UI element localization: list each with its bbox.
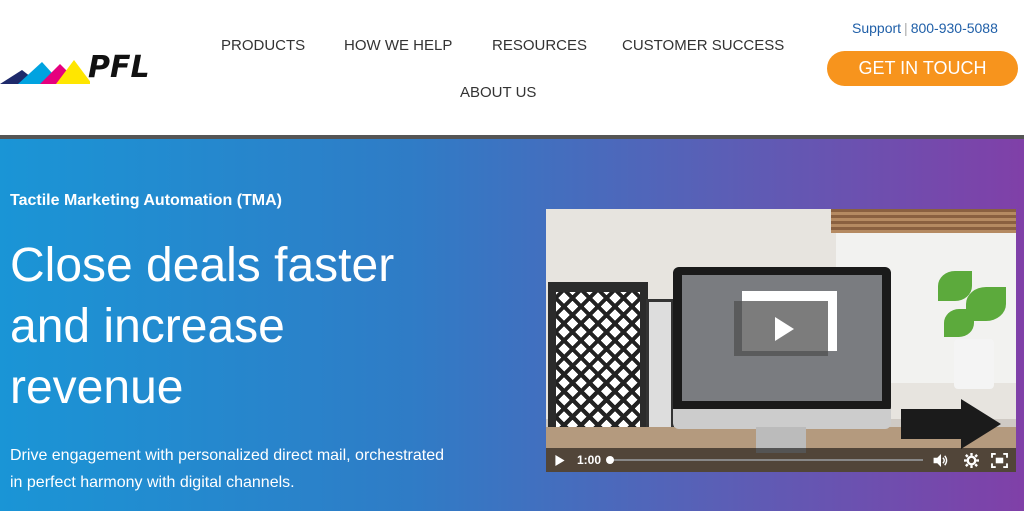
plant-leaf bbox=[944, 309, 974, 337]
subtext-line: in perfect harmony with digital channels… bbox=[10, 474, 295, 491]
subtext-line: Drive engagement with personalized direc… bbox=[10, 447, 444, 464]
volume-icon[interactable] bbox=[933, 454, 949, 467]
hero-headline: Close deals faster and increase revenue bbox=[10, 235, 530, 418]
video-progress-bar[interactable] bbox=[606, 456, 923, 464]
video-thumbnail-blinds bbox=[831, 209, 1016, 233]
nav-about-us[interactable]: ABOUT US bbox=[460, 84, 536, 101]
headline-line: revenue bbox=[10, 361, 184, 414]
play-icon[interactable] bbox=[554, 455, 566, 466]
nav-customer-success[interactable]: CUSTOMER SUCCESS bbox=[622, 37, 784, 54]
nav-products[interactable]: PRODUCTS bbox=[221, 37, 305, 54]
video-thumbnail-frame-2 bbox=[646, 299, 674, 439]
video-thumbnail-art-frame bbox=[548, 282, 648, 442]
fullscreen-icon[interactable] bbox=[991, 453, 1008, 468]
nav-resources[interactable]: RESOURCES bbox=[492, 37, 587, 54]
utility-links: Support | 800-930-5088 bbox=[852, 20, 998, 36]
video-play-button[interactable] bbox=[734, 301, 828, 356]
headline-line: and increase bbox=[10, 300, 285, 353]
video-player[interactable]: 1:00 bbox=[546, 209, 1016, 472]
progress-scrubber[interactable] bbox=[606, 456, 614, 464]
play-icon bbox=[775, 317, 794, 341]
art-pattern bbox=[556, 292, 640, 437]
logo-mountains-icon bbox=[0, 60, 90, 84]
pfl-logo[interactable]: PFL bbox=[0, 50, 170, 90]
hero-subtext: Drive engagement with personalized direc… bbox=[10, 442, 490, 496]
hero-eyebrow: Tactile Marketing Automation (TMA) bbox=[10, 192, 282, 209]
phone-link[interactable]: 800-930-5088 bbox=[911, 20, 998, 36]
util-separator: | bbox=[904, 20, 908, 36]
video-controls: 1:00 bbox=[546, 448, 1016, 472]
settings-icon[interactable] bbox=[964, 453, 979, 468]
nav-how-we-help[interactable]: HOW WE HELP bbox=[344, 37, 452, 54]
logo-text: PFL bbox=[88, 50, 150, 85]
video-time: 1:00 bbox=[577, 453, 602, 467]
headline-line: Close deals faster bbox=[10, 239, 395, 292]
plant-pot bbox=[954, 339, 994, 389]
get-in-touch-button[interactable]: GET IN TOUCH bbox=[827, 51, 1018, 86]
hero-section: Tactile Marketing Automation (TMA) Close… bbox=[0, 139, 1024, 511]
monitor-chin bbox=[673, 409, 891, 429]
site-header: PFL PRODUCTS HOW WE HELP RESOURCES CUSTO… bbox=[0, 0, 1024, 135]
support-link[interactable]: Support bbox=[852, 20, 901, 36]
